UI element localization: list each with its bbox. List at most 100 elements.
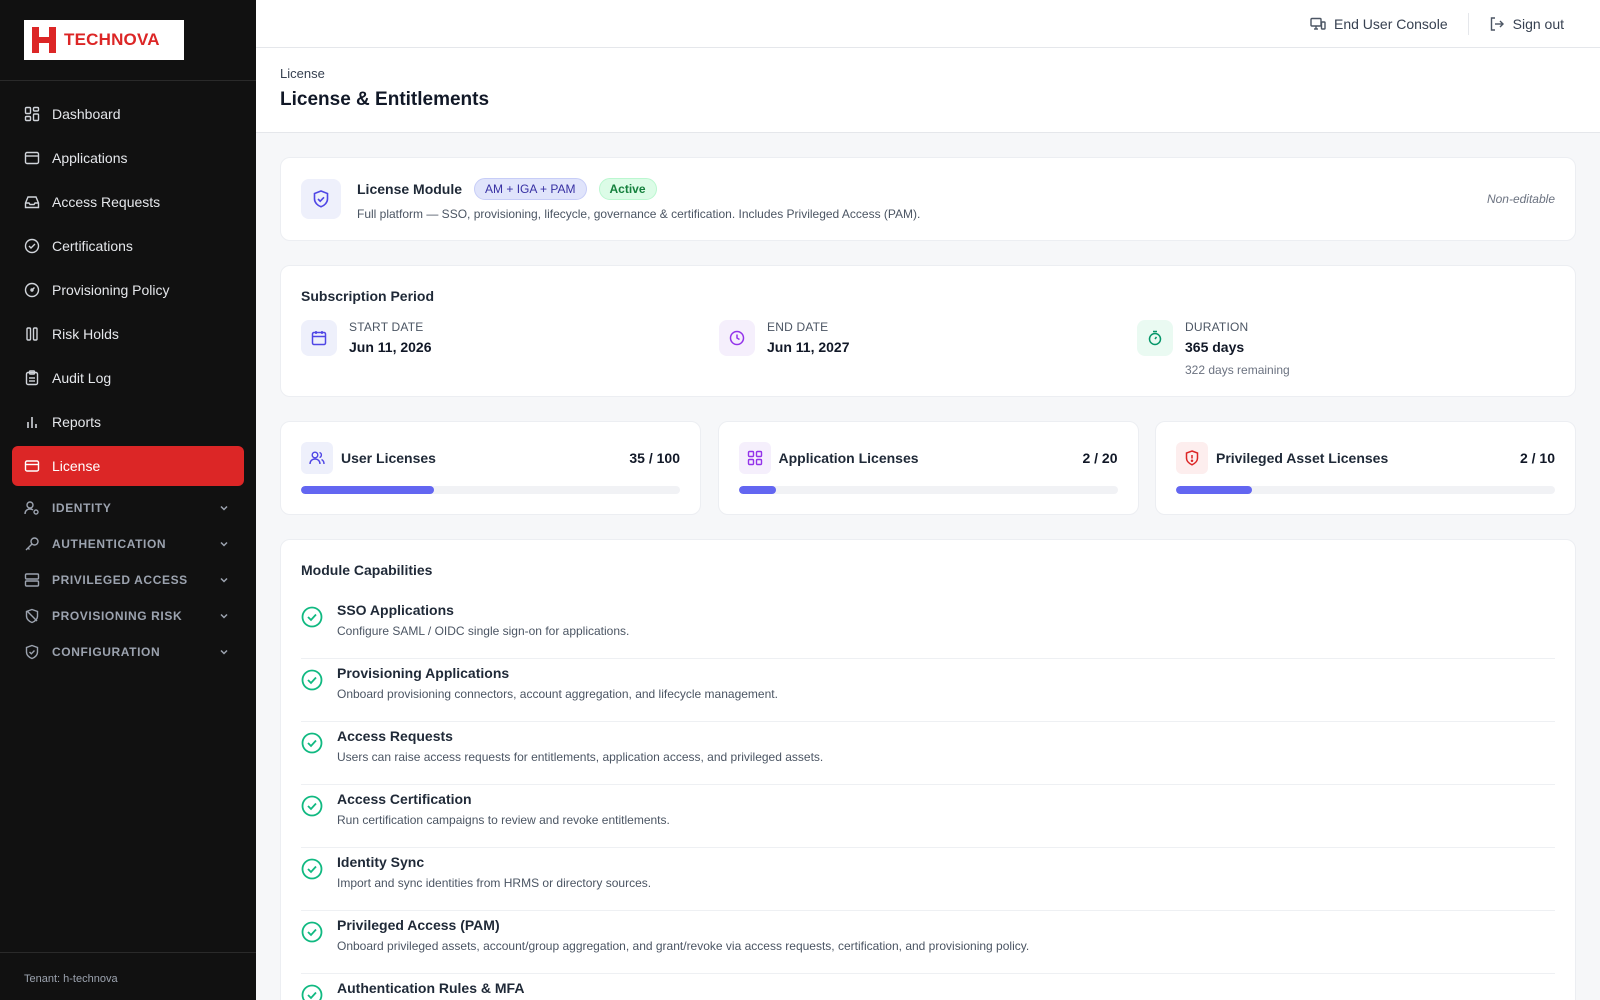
logo-h-icon bbox=[32, 27, 56, 53]
capability-name: SSO Applications bbox=[337, 602, 454, 618]
grid-icon bbox=[738, 442, 771, 474]
header-divider bbox=[1467, 12, 1469, 35]
start-date-block: START DATE Jun 11, 2026 bbox=[301, 320, 719, 377]
pause-columns-icon bbox=[24, 326, 40, 342]
license-name: Privileged Asset Licenses bbox=[1216, 450, 1389, 466]
check-circle-icon bbox=[301, 602, 325, 658]
sidebar-item-access-requests[interactable]: Access Requests bbox=[12, 182, 244, 222]
license-progress-fill bbox=[738, 486, 777, 494]
sidebar-item-certifications[interactable]: Certifications bbox=[12, 226, 244, 266]
list-item: Authentication Rules & MFA bbox=[301, 974, 1555, 1000]
module-label: License Module bbox=[357, 180, 463, 197]
shield-alert-icon bbox=[1176, 442, 1208, 474]
sidebar-item-provisioning-policy[interactable]: Provisioning Policy bbox=[12, 270, 244, 310]
shield-off-icon bbox=[24, 608, 40, 624]
module-tier-badge: AM + IGA + PAM bbox=[474, 177, 587, 200]
check-circle-icon bbox=[301, 917, 325, 973]
license-usage-row: User Licenses 35 / 100 Application Licen… bbox=[280, 421, 1576, 515]
server-icon bbox=[24, 572, 40, 588]
sidebar-item-label: Provisioning Policy bbox=[52, 282, 170, 298]
sidebar-section-identity[interactable]: IDENTITY bbox=[12, 490, 244, 526]
license-count: 2 / 10 bbox=[1519, 450, 1555, 466]
check-circle-icon bbox=[24, 238, 40, 254]
duration-label: DURATION bbox=[1185, 320, 1249, 334]
sidebar-section-provisioning-risk[interactable]: PROVISIONING RISK bbox=[12, 598, 244, 634]
module-capabilities-card: Module Capabilities SSO Applications Conf… bbox=[280, 539, 1576, 1000]
end-date-label: END DATE bbox=[767, 320, 829, 334]
check-circle-icon bbox=[301, 791, 325, 847]
sidebar-item-audit-log[interactable]: Audit Log bbox=[12, 358, 244, 398]
clock-icon bbox=[719, 320, 755, 356]
license-progress-track bbox=[738, 486, 1118, 494]
shield-check-icon bbox=[24, 644, 40, 660]
subscription-title: Subscription Period bbox=[301, 288, 435, 304]
logo-area: TECHNOVA bbox=[0, 0, 256, 81]
capabilities-title: Module Capabilities bbox=[301, 562, 433, 578]
start-date-value: Jun 11, 2026 bbox=[349, 339, 432, 355]
capability-description: Configure SAML / OIDC single sign-on for… bbox=[337, 624, 630, 638]
list-item: SSO Applications Configure SAML / OIDC si… bbox=[301, 596, 1555, 659]
bar-chart-icon bbox=[24, 414, 40, 430]
check-circle-icon bbox=[301, 854, 325, 910]
duration-block: DURATION 365 days 322 days remaining bbox=[1137, 320, 1555, 377]
check-circle-icon bbox=[301, 665, 325, 721]
capability-name: Provisioning Applications bbox=[337, 665, 510, 681]
gauge-icon bbox=[24, 282, 40, 298]
sidebar-item-reports[interactable]: Reports bbox=[12, 402, 244, 442]
sidebar-item-label: Dashboard bbox=[52, 106, 121, 122]
license-count: 2 / 20 bbox=[1082, 450, 1118, 466]
clipboard-icon bbox=[24, 370, 40, 386]
sidebar-item-label: Certifications bbox=[52, 238, 133, 254]
capability-name: Access Certification bbox=[337, 791, 472, 807]
sidebar-item-label: Access Requests bbox=[52, 194, 161, 210]
license-count: 35 / 100 bbox=[629, 450, 680, 466]
capabilities-list: SSO Applications Configure SAML / OIDC si… bbox=[301, 596, 1555, 1000]
start-date-label: START DATE bbox=[349, 320, 424, 334]
application-licenses-card: Application Licenses 2 / 20 bbox=[717, 421, 1139, 515]
list-item: Identity Sync Import and sync identities … bbox=[301, 848, 1555, 911]
sidebar-item-risk-holds[interactable]: Risk Holds bbox=[12, 314, 244, 354]
shield-check-icon bbox=[301, 179, 341, 219]
subscription-period-card: Subscription Period START DATE Jun 11, 2… bbox=[280, 265, 1576, 397]
sidebar-section-configuration[interactable]: CONFIGURATION bbox=[12, 634, 244, 670]
status-badge: Active bbox=[598, 177, 657, 200]
tenant-label: Tenant: h-technova bbox=[0, 952, 256, 1000]
chevron-down-icon bbox=[218, 502, 230, 514]
sidebar-section-label: PRIVILEGED ACCESS bbox=[52, 573, 188, 587]
chevron-down-icon bbox=[218, 538, 230, 550]
end-user-console-label: End User Console bbox=[1334, 15, 1448, 32]
top-bar: End User Console Sign out bbox=[256, 0, 1600, 48]
sidebar-item-label: License bbox=[52, 458, 101, 474]
sidebar-item-dashboard[interactable]: Dashboard bbox=[12, 94, 244, 134]
license-name: User Licenses bbox=[341, 450, 436, 466]
sidebar-item-label: Applications bbox=[52, 150, 128, 166]
sidebar-section-authentication[interactable]: AUTHENTICATION bbox=[12, 526, 244, 562]
capability-description: Onboard privileged assets, account/group… bbox=[337, 939, 1030, 953]
days-remaining: 322 days remaining bbox=[1185, 363, 1290, 377]
sidebar-item-license[interactable]: License bbox=[12, 446, 244, 486]
page-header: License License & Entitlements bbox=[256, 48, 1600, 133]
sidebar-item-applications[interactable]: Applications bbox=[12, 138, 244, 178]
end-user-console-button[interactable]: End User Console bbox=[1310, 16, 1448, 32]
brand-logo[interactable]: TECHNOVA bbox=[24, 20, 184, 60]
user-cog-icon bbox=[24, 500, 40, 516]
sidebar-section-label: IDENTITY bbox=[52, 501, 112, 515]
monitor-icon bbox=[1310, 16, 1326, 32]
chevron-down-icon bbox=[218, 610, 230, 622]
capability-name: Access Requests bbox=[337, 728, 453, 744]
main-content: License Module AM + IGA + PAM Active Ful… bbox=[280, 157, 1576, 1000]
user-licenses-card: User Licenses 35 / 100 bbox=[280, 421, 701, 515]
module-description: Full platform — SSO, provisioning, lifec… bbox=[357, 206, 921, 221]
license-progress-fill bbox=[1176, 486, 1252, 494]
capability-description: Import and sync identities from HRMS or … bbox=[337, 876, 652, 890]
duration-value: 365 days bbox=[1185, 339, 1245, 355]
logout-icon bbox=[1489, 16, 1505, 32]
sidebar-section-privileged-access[interactable]: PRIVILEGED ACCESS bbox=[12, 562, 244, 598]
breadcrumb[interactable]: License bbox=[280, 66, 1600, 81]
list-item: Privileged Access (PAM) Onboard privilege… bbox=[301, 911, 1555, 974]
sign-out-button[interactable]: Sign out bbox=[1489, 16, 1564, 32]
inbox-icon bbox=[24, 194, 40, 210]
editability-note: Non-editable bbox=[1486, 192, 1555, 206]
check-circle-icon bbox=[301, 728, 325, 784]
chevron-down-icon bbox=[218, 646, 230, 658]
